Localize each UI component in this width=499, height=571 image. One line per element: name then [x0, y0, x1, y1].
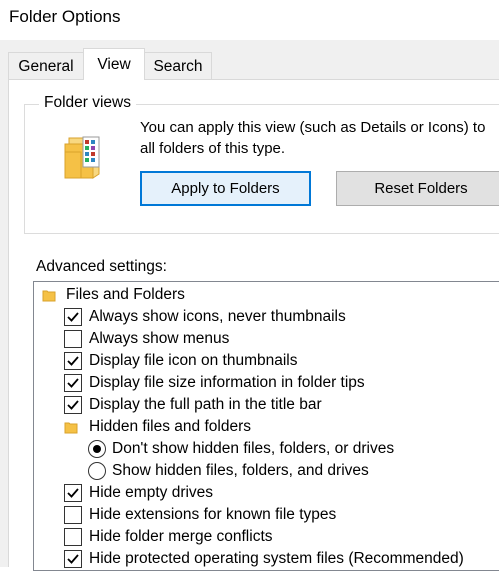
setting-label: Display the full path in the title bar: [89, 396, 322, 413]
checked-checkbox[interactable]: [64, 352, 82, 370]
tree-folder-item: Files and Folders: [34, 284, 499, 306]
selected-radio[interactable]: [88, 440, 106, 458]
tab-view[interactable]: View: [83, 48, 145, 80]
settings-checkbox-row[interactable]: Always show menus: [34, 328, 499, 350]
setting-label: Always show icons, never thumbnails: [89, 308, 346, 325]
settings-checkbox-row[interactable]: Hide extensions for known file types: [34, 504, 499, 526]
folder-views-description: You can apply this view (such as Details…: [140, 117, 499, 159]
setting-label: Always show menus: [89, 330, 230, 347]
apply-to-folders-button[interactable]: Apply to Folders: [140, 171, 311, 206]
folder-icon: [42, 290, 56, 302]
settings-checkbox-row[interactable]: Display file icon on thumbnails: [34, 350, 499, 372]
reset-folders-button[interactable]: Reset Folders: [336, 171, 499, 206]
checked-checkbox[interactable]: [64, 308, 82, 326]
checked-checkbox[interactable]: [64, 396, 82, 414]
tab-search-label: Search: [153, 58, 203, 75]
setting-label: Display file icon on thumbnails: [89, 352, 298, 369]
setting-label: Files and Folders: [66, 286, 185, 303]
setting-label: Hidden files and folders: [89, 418, 251, 435]
settings-checkbox-row[interactable]: Hide folder merge conflicts: [34, 526, 499, 548]
folder-views-label: Folder views: [39, 94, 136, 112]
unselected-radio[interactable]: [88, 462, 106, 480]
description-line-1: You can apply this view (such as Details…: [140, 119, 486, 136]
unchecked-checkbox[interactable]: [64, 330, 82, 348]
checked-checkbox[interactable]: [64, 484, 82, 502]
advanced-settings-label: Advanced settings:: [36, 258, 167, 275]
title-bar: Folder Options: [0, 0, 499, 40]
settings-checkbox-row[interactable]: Hide empty drives: [34, 482, 499, 504]
tab-search[interactable]: Search: [144, 52, 212, 79]
setting-label: Don't show hidden files, folders, or dri…: [112, 440, 395, 457]
settings-checkbox-row[interactable]: Display the full path in the title bar: [34, 394, 499, 416]
checked-checkbox[interactable]: [64, 550, 82, 568]
tree-folder-item: Hidden files and folders: [34, 416, 499, 438]
checkmark-icon: [67, 356, 79, 366]
settings-checkbox-row[interactable]: Always show icons, never thumbnails: [34, 306, 499, 328]
folder-view-icon: [64, 136, 100, 179]
tab-general-label: General: [18, 58, 74, 75]
advanced-settings-list[interactable]: Files and Folders Always show icons, neve…: [33, 281, 499, 571]
setting-label: Hide extensions for known file types: [89, 506, 337, 523]
setting-label: Hide folder merge conflicts: [89, 528, 273, 545]
tab-view-label: View: [97, 56, 131, 73]
checkmark-icon: [67, 312, 79, 322]
settings-radio-row[interactable]: Show hidden files, folders, and drives: [34, 460, 499, 482]
folder-icon: [64, 422, 78, 434]
checkmark-icon: [67, 378, 79, 388]
checked-checkbox[interactable]: [64, 374, 82, 392]
description-line-2: all folders of this type.: [140, 140, 286, 157]
setting-label: Hide empty drives: [89, 484, 214, 501]
settings-radio-row[interactable]: Don't show hidden files, folders, or dri…: [34, 438, 499, 460]
setting-label: Show hidden files, folders, and drives: [112, 462, 369, 479]
checkmark-icon: [67, 400, 79, 410]
tab-general[interactable]: General: [8, 52, 84, 79]
checkmark-icon: [67, 554, 79, 564]
checkmark-icon: [67, 488, 79, 498]
unchecked-checkbox[interactable]: [64, 528, 82, 546]
settings-checkbox-row[interactable]: Display file size information in folder …: [34, 372, 499, 394]
setting-label: Display file size information in folder …: [89, 374, 365, 391]
unchecked-checkbox[interactable]: [64, 506, 82, 524]
window-title: Folder Options: [9, 7, 121, 26]
